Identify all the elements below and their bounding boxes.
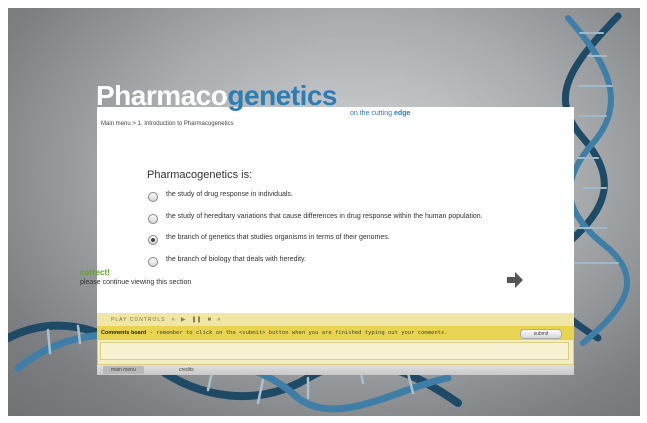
app-stage: Pharmacogenetics on the cutting edge Mai… [8,8,640,416]
submit-button[interactable]: submit [520,329,562,339]
bottom-nav: main menu credits [97,365,574,375]
feedback-message: please continue viewing this section [80,279,192,286]
quiz-option-label: the study of drug response in individual… [166,191,293,198]
quiz-option-4[interactable]: the branch of biology that deals with he… [148,256,506,267]
radio-button-selected[interactable] [148,235,158,245]
pause-icon[interactable]: ❚❚ [191,316,201,323]
comments-board-title: Comments board [101,329,147,336]
radio-button[interactable] [148,192,158,202]
stop-icon[interactable]: ■ [208,317,212,323]
breadcrumb[interactable]: Main menu > 1. Introduction to Pharmacog… [101,121,234,127]
tagline-prefix: on the cutting [350,110,394,117]
comments-board-instruction: - remember to click on the <submit> butt… [146,329,448,336]
play-icon[interactable]: ▶ [181,316,186,323]
quiz-question: Pharmacogenetics is: [147,169,253,181]
quiz-option-2[interactable]: the study of hereditary variations that … [148,213,506,224]
feedback-title: correct! [80,268,110,277]
quiz-option-label: the branch of genetics that studies orga… [166,234,390,241]
next-arrow-icon[interactable] [506,271,524,289]
radio-button[interactable] [148,214,158,224]
nav-credits[interactable]: credits [171,366,202,374]
app-title-part1: Pharmaco [96,80,228,111]
comment-input[interactable] [100,342,569,360]
app-title-part2: genetics [227,80,338,111]
tagline-bold: edge [393,110,411,117]
quiz-option-label: the branch of biology that deals with he… [166,256,306,263]
quiz-option-1[interactable]: the study of drug response in individual… [148,191,506,202]
play-controls-label: PLAY CONTROLS [111,316,166,323]
quiz-option-label: the study of hereditary variations that … [166,213,483,220]
quiz-option-3[interactable]: the branch of genetics that studies orga… [148,234,506,245]
nav-main-menu[interactable]: main menu [103,366,144,374]
comments-board-text: Comments board - remember to click on th… [101,330,448,336]
rewind-icon[interactable]: « [172,317,175,323]
app-tagline: on the cutting edge [350,110,410,117]
forward-icon[interactable]: » [217,317,220,323]
comment-box [97,339,574,365]
radio-button[interactable] [148,257,158,267]
comments-board-bar: Comments board - remember to click on th… [97,326,574,339]
app-title: Pharmacogenetics [96,80,338,112]
play-controls-bar: PLAY CONTROLS « ▶ ❚❚ ■ » [97,313,574,326]
